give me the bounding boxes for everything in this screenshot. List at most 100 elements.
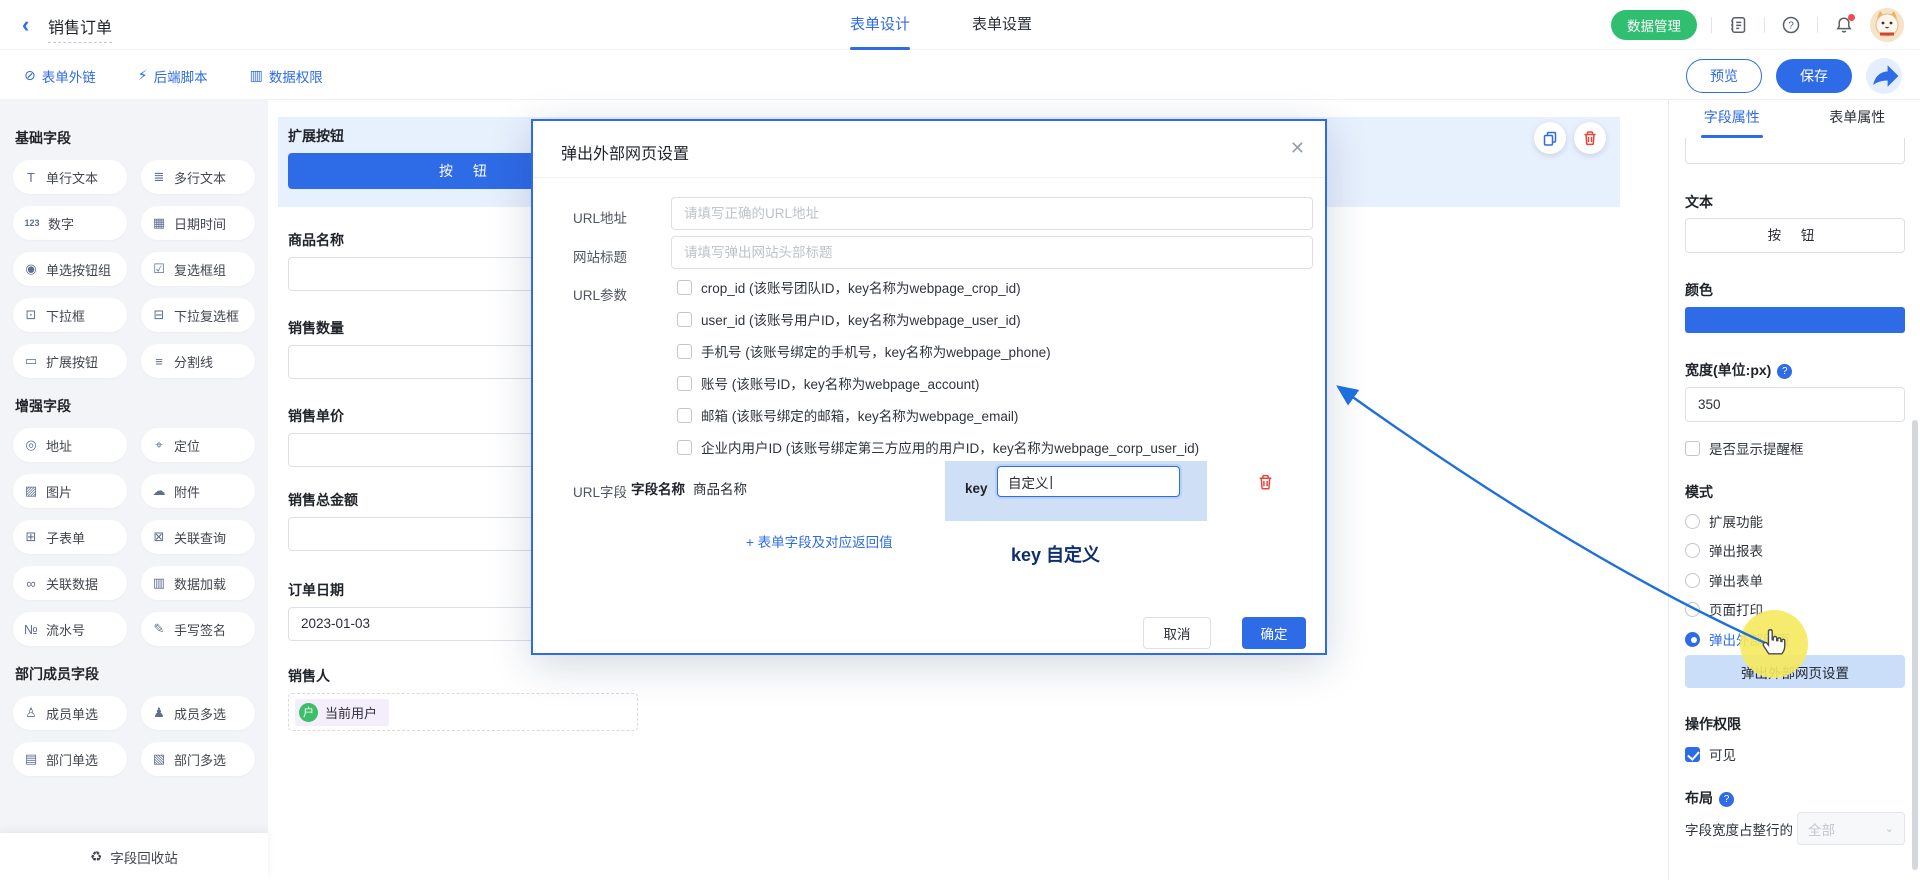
- url-param-account[interactable]: 账号 (该账号ID，key名称为webpage_account): [677, 375, 979, 391]
- checkbox-icon[interactable]: [677, 344, 692, 359]
- url-param-corp-user-id[interactable]: 企业内用户ID (该账号绑定第三方应用的用户ID，key名称为webpage_c…: [677, 439, 1199, 455]
- sidebar-item-datetime[interactable]: ▦日期时间: [141, 206, 255, 240]
- mode-option-popup-form[interactable]: 弹出表单: [1685, 572, 1763, 588]
- sidebar-item-subform[interactable]: ⊞子表单: [13, 520, 127, 554]
- sidebar-item-radio-group[interactable]: ◉单选按钮组: [13, 252, 127, 286]
- url-fields-label: URL字段: [573, 481, 627, 501]
- mode-option-popup-webpage[interactable]: 弹出外部网页: [1685, 631, 1790, 647]
- tab-form-design[interactable]: 表单设计: [850, 0, 910, 50]
- user-chip-avatar: 户: [299, 703, 318, 722]
- share-button[interactable]: [1866, 58, 1902, 94]
- checkbox-icon[interactable]: [677, 312, 692, 327]
- backend-script-link[interactable]: ⚡ 后端脚本: [138, 66, 208, 86]
- checkbox-icon[interactable]: [677, 408, 692, 423]
- sidebar-item-member-multi[interactable]: ♟成员多选: [141, 696, 255, 730]
- contacts-icon[interactable]: [1726, 13, 1750, 37]
- back-icon[interactable]: ‹: [22, 12, 29, 38]
- add-form-field-link[interactable]: + 表单字段及对应返回值: [746, 531, 893, 551]
- mode-option-extend[interactable]: 扩展功能: [1685, 513, 1763, 529]
- field-title-input-partial[interactable]: [1685, 138, 1905, 164]
- url-param-user-id[interactable]: user_id (该账号用户ID，key名称为webpage_user_id): [677, 311, 1021, 327]
- sidebar-item-address[interactable]: ◎地址: [13, 428, 127, 462]
- sidebar-item-number[interactable]: 123数字: [13, 206, 127, 240]
- show-reminder-checkbox[interactable]: 是否显示提醒框: [1685, 440, 1804, 456]
- key-custom-input[interactable]: 自定义|: [997, 466, 1180, 497]
- radio-icon[interactable]: [1685, 573, 1700, 588]
- sales-person-value-box[interactable]: 户 当前用户: [288, 693, 638, 731]
- sidebar-item-dropdown-multi[interactable]: ⊟下拉复选框: [141, 298, 255, 332]
- delete-field-button[interactable]: [1574, 122, 1606, 154]
- sidebar-item-attachment[interactable]: ☁附件: [141, 474, 255, 508]
- data-manage-button[interactable]: 数据管理: [1611, 10, 1697, 40]
- tab-form-properties[interactable]: 表单属性: [1795, 100, 1920, 138]
- form-external-link[interactable]: ⊘ 表单外链: [24, 66, 96, 86]
- share-arrow-icon: [1866, 58, 1902, 94]
- color-swatch[interactable]: [1685, 307, 1905, 333]
- sidebar-item-location[interactable]: ⌖定位: [141, 428, 255, 462]
- sidebar-item-data-loading[interactable]: ▥数据加载: [141, 566, 255, 600]
- radio-icon[interactable]: [1685, 514, 1700, 529]
- sidebar-item-linked-query[interactable]: ⊠关联查询: [141, 520, 255, 554]
- url-param-email[interactable]: 邮箱 (该账号绑定的邮箱，key名称为webpage_email): [677, 407, 1018, 423]
- checkbox-icon: ☑: [151, 261, 167, 277]
- sidebar-item-image[interactable]: ▨图片: [13, 474, 127, 508]
- url-address-input[interactable]: [671, 197, 1313, 230]
- layout-help-icon[interactable]: ?: [1719, 792, 1734, 807]
- cancel-button[interactable]: 取消: [1143, 617, 1211, 649]
- delete-url-field-button[interactable]: [1257, 473, 1274, 494]
- sidebar-item-divider-line[interactable]: ≡分割线: [141, 344, 255, 378]
- tab-field-properties[interactable]: 字段属性: [1669, 100, 1795, 138]
- panel-scrollbar[interactable]: [1912, 420, 1918, 870]
- sidebar-item-dept-multi[interactable]: ▧部门多选: [141, 742, 255, 776]
- sidebar-item-dept-single[interactable]: ▤部门单选: [13, 742, 127, 776]
- url-param-phone[interactable]: 手机号 (该账号绑定的手机号，key名称为webpage_phone): [677, 343, 1051, 359]
- checkbox-icon[interactable]: [677, 440, 692, 455]
- mode-option-page-print[interactable]: 页面打印: [1685, 601, 1763, 617]
- data-permission-link[interactable]: ▥ 数据权限: [250, 66, 323, 86]
- page-title[interactable]: 销售订单: [48, 14, 112, 43]
- field-width-select[interactable]: 全部 ⌄: [1797, 812, 1905, 845]
- checkbox-checked-icon[interactable]: [1685, 747, 1700, 762]
- duplicate-field-button[interactable]: [1534, 122, 1566, 154]
- sidebar-item-serial-number[interactable]: №流水号: [13, 612, 127, 646]
- active-tab-underline: [850, 47, 910, 50]
- width-help-icon[interactable]: ?: [1777, 364, 1792, 379]
- tab-form-settings[interactable]: 表单设置: [972, 0, 1032, 50]
- current-user-chip[interactable]: 户 当前用户: [295, 699, 389, 726]
- sidebar-item-member-single[interactable]: ♙成员单选: [13, 696, 127, 730]
- confirm-button[interactable]: 确定: [1242, 617, 1306, 649]
- sidebar-item-checkbox-group[interactable]: ☑复选框组: [141, 252, 255, 286]
- cloud-upload-icon: ☁: [151, 483, 167, 499]
- sidebar-item-extend-button[interactable]: ▭扩展按钮: [13, 344, 127, 378]
- popup-webpage-settings-button[interactable]: 弹出外部网页设置: [1685, 655, 1905, 688]
- close-icon[interactable]: ✕: [1290, 138, 1305, 159]
- preview-button[interactable]: 预览: [1686, 59, 1762, 93]
- width-input[interactable]: [1685, 387, 1905, 422]
- radio-icon[interactable]: [1685, 602, 1700, 617]
- sidebar-item-single-line-text[interactable]: T单行文本: [13, 160, 127, 194]
- sidebar-item-dropdown[interactable]: ⊡下拉框: [13, 298, 127, 332]
- radio-icon[interactable]: [1685, 543, 1700, 558]
- mode-option-popup-report[interactable]: 弹出报表: [1685, 542, 1763, 558]
- field-recycle-bin[interactable]: ♻ 字段回收站: [0, 833, 268, 880]
- calendar-icon: ▦: [151, 215, 167, 231]
- radio-selected-icon[interactable]: [1685, 632, 1700, 647]
- button-text-input[interactable]: 按 钮: [1685, 218, 1905, 253]
- visible-checkbox[interactable]: 可见: [1685, 746, 1736, 762]
- user-avatar[interactable]: [1870, 8, 1904, 42]
- checkbox-icon[interactable]: [677, 376, 692, 391]
- sidebar-item-signature[interactable]: ✎手写签名: [141, 612, 255, 646]
- sidebar-item-multi-line-text[interactable]: ≣多行文本: [141, 160, 255, 194]
- checkbox-icon[interactable]: [1685, 441, 1700, 456]
- member-multi-icon: ♟: [151, 705, 167, 721]
- url-param-crop-id[interactable]: crop_id (该账号团队ID，key名称为webpage_crop_id): [677, 279, 1021, 295]
- location-target-icon: ⌖: [151, 437, 167, 453]
- site-title-input[interactable]: [671, 236, 1313, 269]
- sidebar-item-linked-data[interactable]: ∞关联数据: [13, 566, 127, 600]
- checkbox-icon[interactable]: [677, 280, 692, 295]
- save-button[interactable]: 保存: [1776, 59, 1852, 93]
- help-icon[interactable]: ?: [1779, 13, 1803, 37]
- notification-bell-icon[interactable]: [1832, 13, 1856, 37]
- form-field-sales-person[interactable]: 销售人 户 当前用户: [288, 666, 638, 731]
- site-title-label: 网站标题: [573, 246, 627, 266]
